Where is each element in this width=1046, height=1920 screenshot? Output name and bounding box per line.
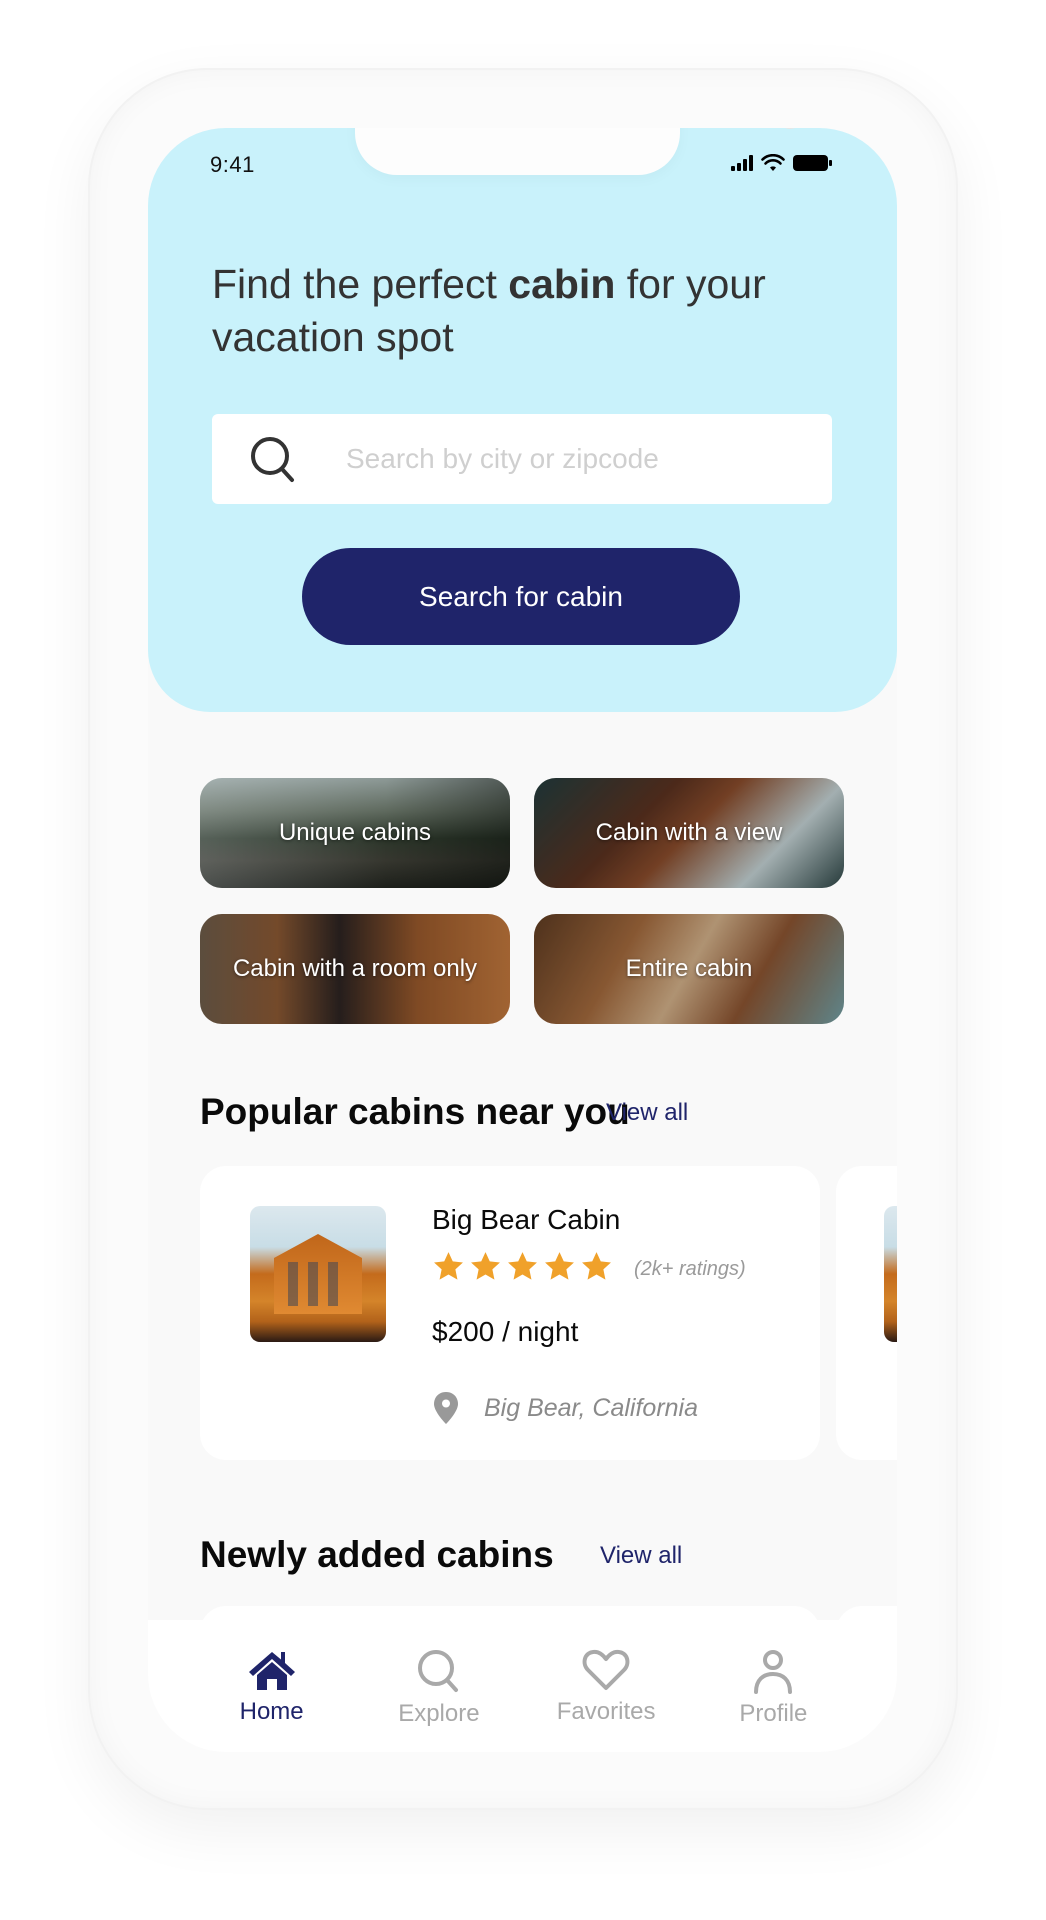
price-amount: $200 [432,1316,495,1347]
heart-icon [582,1649,630,1690]
nav-item-explore[interactable]: Explore [369,1620,509,1752]
star-rating [432,1250,613,1283]
search-for-cabin-button[interactable]: Search for cabin [302,548,740,645]
search-icon [251,437,294,482]
front-camera [778,128,802,129]
hero-section: 9:41 Find the perfect cabin for your vac… [148,128,897,712]
nav-item-home[interactable]: Home [202,1620,342,1752]
star-icon [508,1252,537,1280]
nav-label: Profile [739,1700,808,1727]
star-icon [582,1252,611,1280]
nav-item-favorites[interactable]: Favorites [536,1620,676,1752]
headline-emphasis: cabin [508,261,616,307]
search-icon [417,1650,458,1692]
star-icon [471,1252,500,1280]
price-unit: / night [494,1316,579,1347]
cabin-thumbnail [250,1206,386,1342]
signal-icon [731,155,753,171]
star-icon [545,1252,574,1280]
app-screen: 9:41 Find the perfect cabin for your vac… [148,128,897,1752]
popular-view-all-link[interactable]: View all [606,1099,688,1127]
cabin-location: Big Bear, California [484,1394,699,1422]
popular-section-title: Popular cabins near you [200,1091,630,1132]
category-tile-unique[interactable]: Unique cabins [200,778,510,888]
star-icon [434,1252,463,1280]
nav-label: Home [239,1698,304,1725]
category-label: Cabin with a room only [232,955,478,982]
cabin-thumbnail [884,1206,897,1342]
bottom-navigation: Home Explore Favorites Profile [148,1620,897,1752]
battery-icon [793,155,832,171]
wifi-icon [761,154,785,171]
cabin-card-next[interactable] [836,1166,897,1460]
search-field[interactable] [212,414,832,504]
nav-item-profile[interactable]: Profile [703,1620,843,1752]
nav-label: Explore [398,1700,480,1727]
device-notch [355,128,802,175]
cabin-card[interactable]: Big Bear Cabin (2k+ ratings) $200 / nigh… [200,1166,820,1460]
category-label: Unique cabins [278,819,432,846]
status-icons [731,154,833,172]
category-tile-view[interactable]: Cabin with a view [534,778,844,888]
headline-text: Find the perfect [212,261,509,307]
cabin-price: $200 / night [432,1316,578,1348]
newly-added-view-all-link[interactable]: View all [600,1542,682,1570]
home-icon [248,1652,295,1690]
category-label: Entire cabin [625,955,753,982]
category-tile-room-only[interactable]: Cabin with a room only [200,914,510,1024]
category-tile-entire[interactable]: Entire cabin [534,914,844,1024]
location-pin-icon [434,1392,458,1424]
status-time: 9:41 [210,152,255,177]
user-icon [754,1650,793,1694]
ratings-count: (2k+ ratings) [634,1258,746,1280]
nav-label: Favorites [556,1698,656,1725]
cabin-name: Big Bear Cabin [432,1204,621,1235]
category-label: Cabin with a view [595,819,783,846]
search-input[interactable] [346,438,806,480]
newly-added-section-title: Newly added cabins [200,1534,554,1575]
hero-headline: Find the perfect cabin for your vacation… [212,258,852,364]
